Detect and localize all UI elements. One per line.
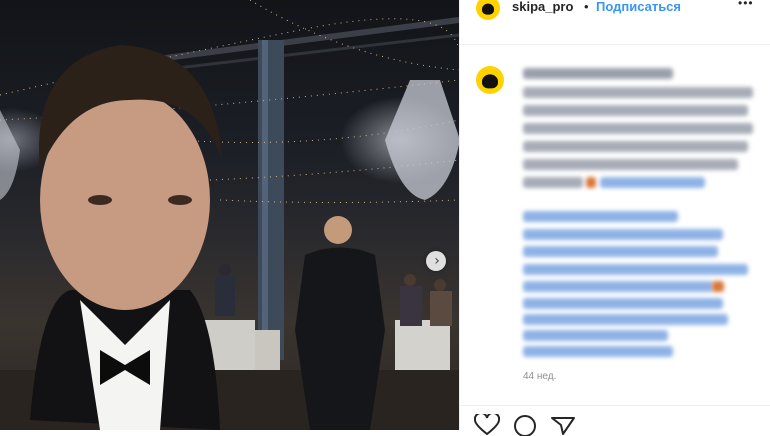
avatar[interactable]	[476, 0, 500, 20]
caption-avatar[interactable]	[476, 66, 504, 94]
actions-divider	[460, 405, 770, 406]
username-link[interactable]: skipa_pro	[512, 0, 573, 14]
follow-button[interactable]: Подписаться	[596, 0, 681, 14]
more-options-icon[interactable]: •••	[738, 0, 754, 10]
panel-divider	[459, 0, 460, 430]
comment-icon[interactable]	[512, 414, 538, 436]
post-photo: ›	[0, 0, 459, 430]
separator-dot: •	[584, 0, 589, 14]
post-header: skipa_pro • Подписаться •••	[460, 0, 770, 45]
chevron-right-icon: ›	[434, 253, 440, 269]
share-icon[interactable]	[550, 414, 576, 436]
post-timestamp[interactable]: 44 нед.	[523, 371, 556, 382]
next-photo-button[interactable]: ›	[426, 251, 446, 271]
party-scene	[0, 0, 459, 430]
heart-icon[interactable]	[474, 414, 500, 436]
